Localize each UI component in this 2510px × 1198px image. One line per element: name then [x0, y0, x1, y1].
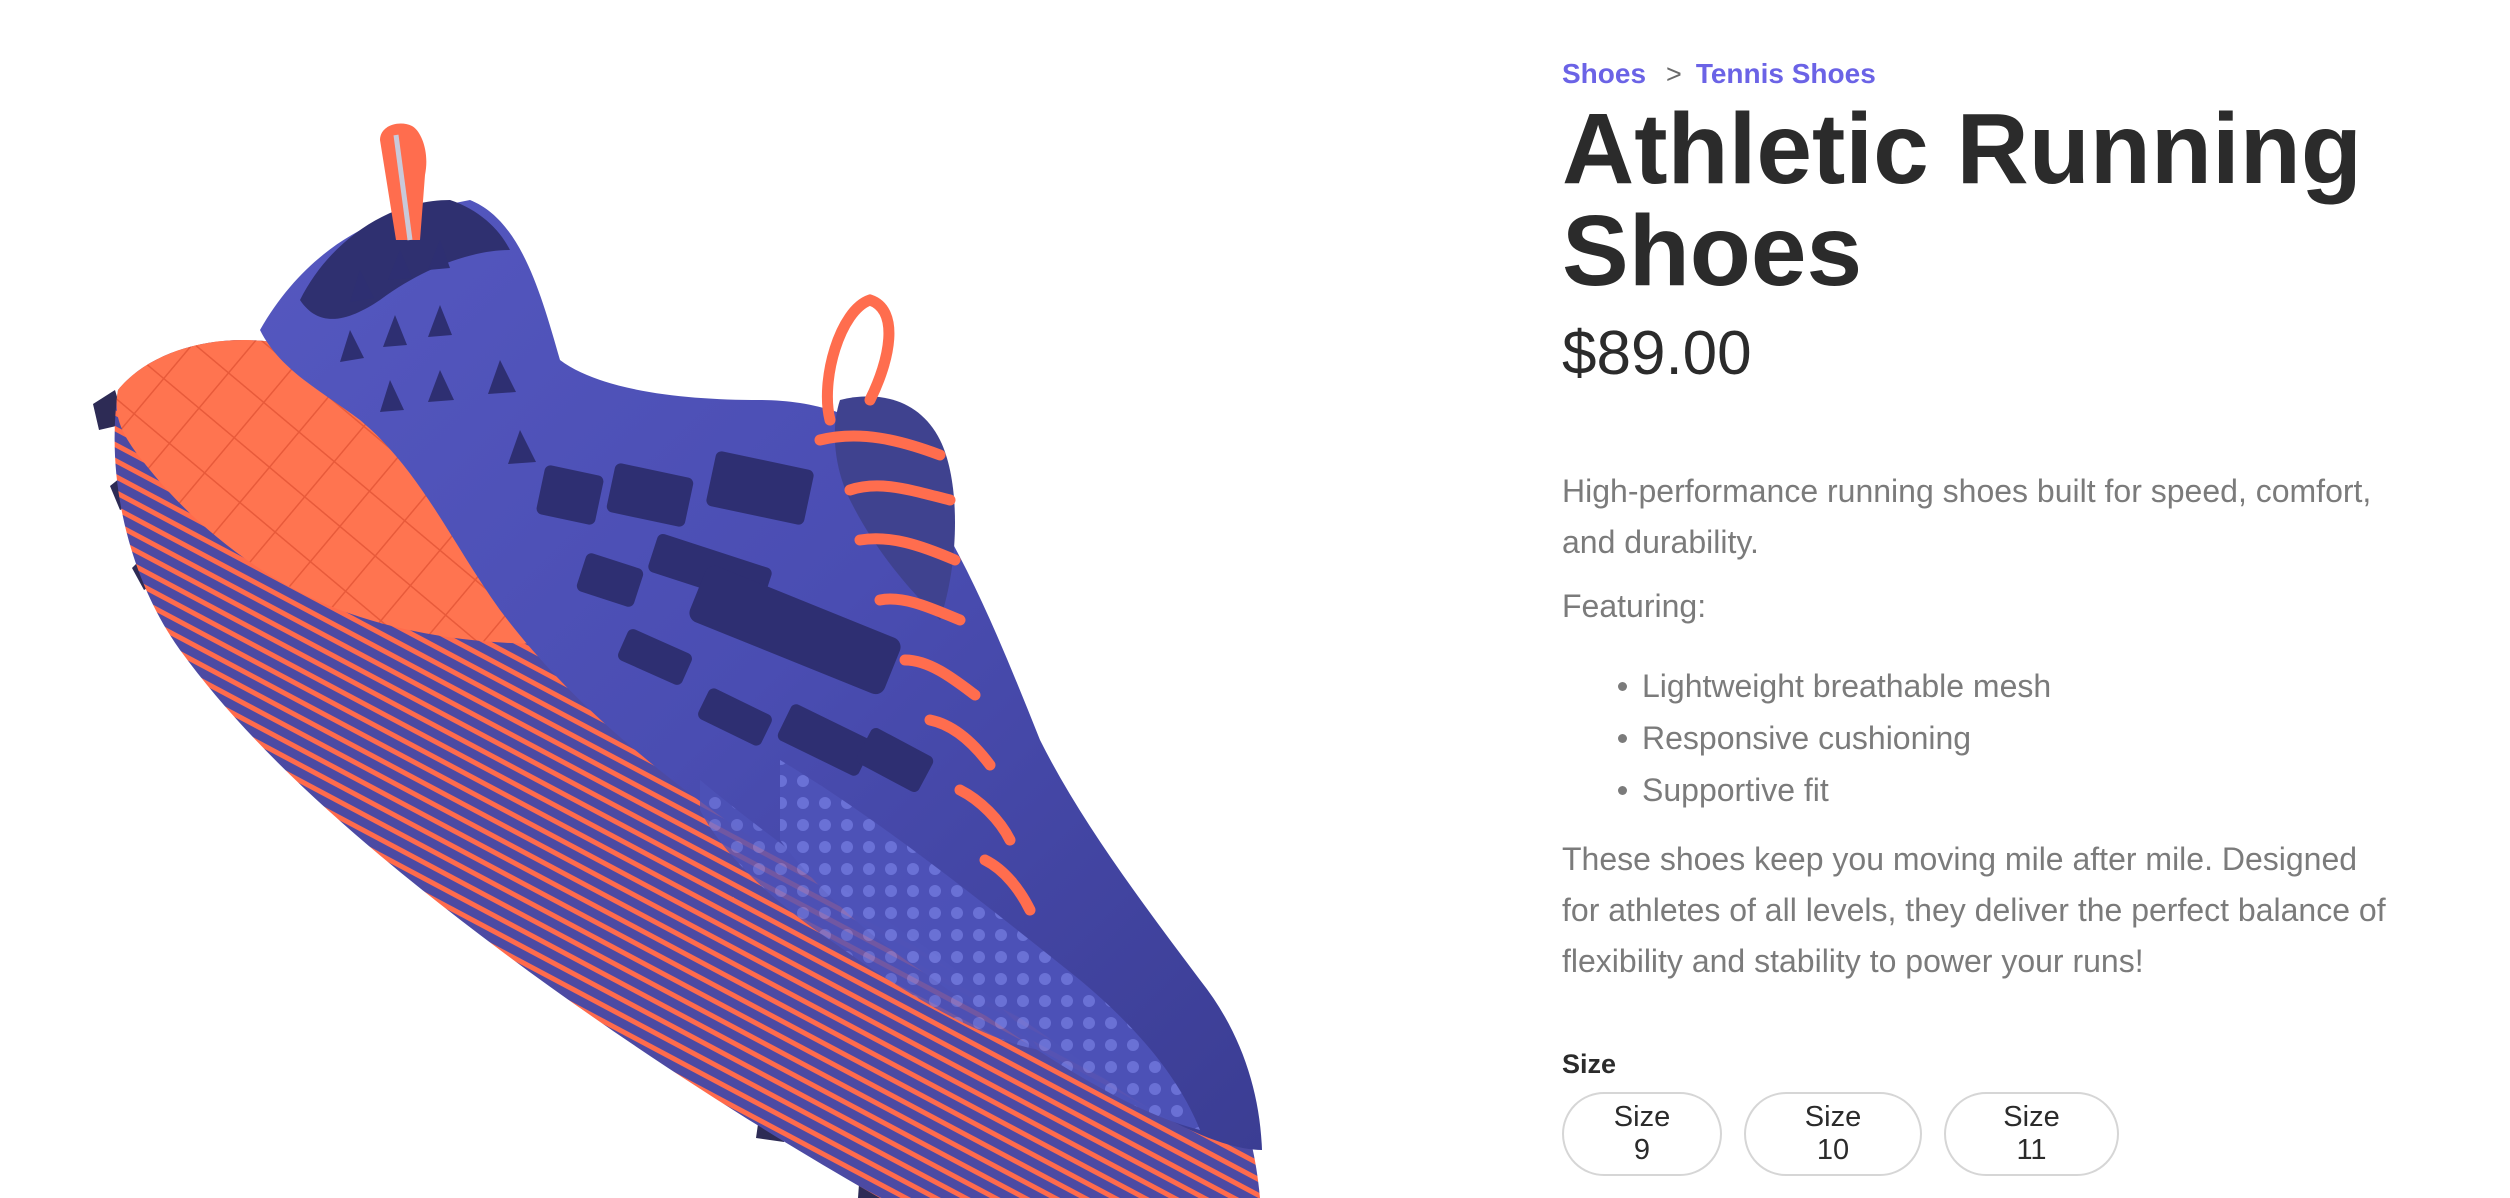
feature-item: Lightweight breathable mesh	[1562, 660, 2051, 712]
feature-text: Responsive cushioning	[1642, 720, 1972, 756]
closing-paragraph: These shoes keep you moving mile after m…	[1562, 841, 2386, 979]
description-text: High-performance running shoes built for…	[1562, 473, 2372, 560]
breadcrumb: Shoes > Tennis Shoes	[1562, 58, 1876, 90]
feature-item: Supportive fit	[1562, 764, 2051, 816]
size-11-button[interactable]: Size 11	[1944, 1092, 2119, 1176]
size-9-button[interactable]: Size 9	[1562, 1092, 1722, 1176]
feature-list: Lightweight breathable mesh Responsive c…	[1562, 660, 2051, 816]
product-image	[0, 0, 1460, 1198]
bullet-icon	[1618, 786, 1627, 795]
featuring-label: Featuring:	[1562, 588, 1707, 624]
breadcrumb-shoes-link[interactable]: Shoes	[1562, 58, 1646, 90]
bullet-icon	[1618, 682, 1627, 691]
product-price: $89.00	[1562, 319, 1752, 388]
feature-item: Responsive cushioning	[1562, 712, 2051, 764]
running-shoe-image	[93, 123, 1262, 1198]
breadcrumb-tennis-shoes-link[interactable]: Tennis Shoes	[1696, 58, 1876, 90]
bullet-icon	[1618, 734, 1627, 743]
product-description: High-performance running shoes built for…	[1562, 466, 2392, 568]
product-page: Shoes > Tennis Shoes Athletic Running Sh…	[0, 0, 2510, 1198]
feature-text: Supportive fit	[1642, 772, 1829, 808]
size-10-button[interactable]: Size 10	[1744, 1092, 1922, 1176]
feature-text: Lightweight breathable mesh	[1642, 668, 2052, 704]
size-label: Size	[1562, 1049, 1617, 1079]
breadcrumb-separator: >	[1666, 58, 1682, 89]
product-title: Athletic Running Shoes	[1562, 93, 2362, 307]
size-selector: Size 9 Size 10 Size 11	[1562, 1092, 2119, 1176]
